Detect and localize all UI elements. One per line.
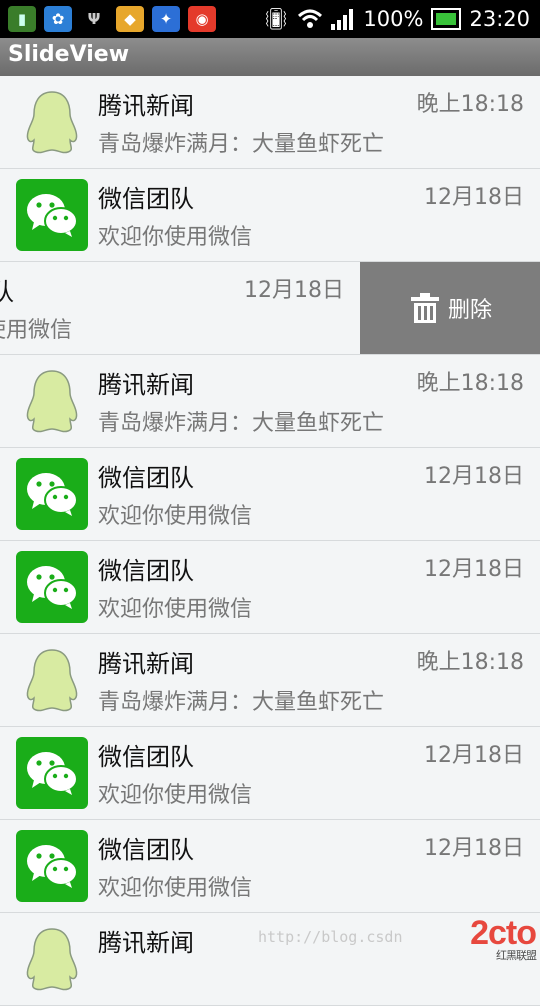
- battery-icon: [431, 8, 462, 30]
- item-message: 青岛爆炸满月：大量鱼虾死亡: [98, 690, 385, 715]
- list-item-content[interactable]: 微信团队欢迎你使用微信 12月18日: [0, 541, 540, 633]
- watermark-url: http://blog.csdn: [258, 928, 403, 946]
- clock: 23:20: [469, 7, 530, 31]
- list-item-content[interactable]: 腾讯新闻青岛爆炸满月：大量鱼虾死亡 晚上18:18: [0, 355, 540, 447]
- list-item-content[interactable]: 腾讯新闻: [0, 913, 540, 1005]
- item-message: 青岛爆炸满月：大量鱼虾死亡: [98, 411, 385, 436]
- vibrate-icon: 📳︎: [262, 6, 290, 31]
- list-item[interactable]: 微信团队欢迎你使用微信 12月18日: [0, 820, 540, 913]
- item-title: 腾讯新闻: [98, 929, 194, 957]
- battery-monitor-icon: ▮: [8, 6, 36, 32]
- list-item[interactable]: 腾讯新闻青岛爆炸满月：大量鱼虾死亡 晚上18:18: [0, 76, 540, 169]
- list-item-content[interactable]: 微信团队欢迎你使用微信 12月18日: [0, 262, 360, 354]
- qq-penguin-icon: [16, 923, 88, 995]
- item-title: 微信团队: [0, 272, 14, 307]
- butterfly-icon: ✿: [44, 6, 72, 32]
- delete-button[interactable]: 删除: [360, 262, 540, 354]
- item-message: 欢迎你使用微信: [98, 225, 253, 250]
- wechat-icon: [16, 737, 88, 809]
- qq-penguin-icon: [16, 86, 88, 158]
- qq-penguin-icon: [16, 644, 88, 716]
- usb-icon: Ψ: [80, 6, 108, 32]
- message-list[interactable]: 腾讯新闻 青岛爆炸满月：大量鱼虾死亡 晚上18:18 微信团队 欢迎你使用微信 12月18…: [0, 76, 540, 1006]
- item-message: 青岛爆炸满月：大量鱼虾死亡: [98, 132, 385, 157]
- list-item-content[interactable]: 腾讯新闻青岛爆炸满月：大量鱼虾死亡 晚上18:18: [0, 76, 540, 168]
- wifi-icon: [298, 9, 323, 28]
- item-message: 欢迎你使用微信: [98, 783, 253, 808]
- list-item[interactable]: 腾讯新闻青岛爆炸满月：大量鱼虾死亡 晚上18:18: [0, 634, 540, 727]
- list-item[interactable]: 微信团队欢迎你使用微信 12月18日: [0, 727, 540, 820]
- item-time: 晚上18:18: [416, 371, 524, 396]
- item-time: 12月18日: [244, 278, 344, 303]
- battery-percent: 100%: [363, 7, 424, 31]
- list-item[interactable]: 腾讯新闻青岛爆炸满月：大量鱼虾死亡 晚上18:18: [0, 355, 540, 448]
- item-message: 欢迎你使用微信: [98, 597, 253, 622]
- app-store-icon: ◆: [116, 6, 144, 32]
- item-time: 晚上18:18: [416, 92, 524, 117]
- item-time: 12月18日: [424, 464, 524, 489]
- list-item[interactable]: 微信团队欢迎你使用微信 12月18日: [0, 448, 540, 541]
- item-title: 腾讯新闻: [98, 371, 194, 399]
- list-item-content[interactable]: 微信团队欢迎你使用微信 12月18日: [0, 169, 540, 261]
- weibo-icon: ◉: [188, 6, 216, 32]
- list-item-content[interactable]: 微信团队欢迎你使用微信 12月18日: [0, 820, 540, 912]
- delete-label: 删除: [447, 298, 492, 323]
- item-title: 腾讯新闻: [98, 92, 194, 120]
- list-item-content[interactable]: 微信团队欢迎你使用微信 12月18日: [0, 727, 540, 819]
- title-bar: SlideView: [0, 38, 540, 78]
- item-time: 12月18日: [424, 836, 524, 861]
- item-title: 微信团队: [98, 743, 194, 771]
- system-indicators: 📳︎ 100% 23:20: [263, 0, 530, 38]
- qq-penguin-icon: [16, 365, 88, 437]
- signal-icon: [331, 9, 354, 30]
- item-message: 欢迎你使用微信: [98, 504, 253, 529]
- list-item-content[interactable]: 腾讯新闻青岛爆炸满月：大量鱼虾死亡 晚上18:18: [0, 634, 540, 726]
- baidu-icon: ✦: [152, 6, 180, 32]
- app-title: SlideView: [8, 42, 130, 67]
- item-message: 欢迎你使用微信: [0, 318, 73, 343]
- item-time: 12月18日: [424, 557, 524, 582]
- wechat-icon: [16, 179, 88, 251]
- wechat-icon: [16, 551, 88, 623]
- status-bar: ▮ ✿ Ψ ◆ ✦ ◉ 📳︎ 100% 23:20: [0, 0, 540, 38]
- item-time: 晚上18:18: [416, 650, 524, 675]
- wechat-icon: [16, 458, 88, 530]
- item-time: 12月18日: [424, 185, 524, 210]
- list-item[interactable]: 微信团队欢迎你使用微信 12月18日: [0, 541, 540, 634]
- notification-icons: ▮ ✿ Ψ ◆ ✦ ◉: [8, 4, 216, 34]
- list-item[interactable]: 微信团队欢迎你使用微信 12月18日: [0, 169, 540, 262]
- item-title: 微信团队: [98, 464, 194, 492]
- wechat-icon: [16, 830, 88, 902]
- item-title: 腾讯新闻: [98, 650, 194, 678]
- item-message: 欢迎你使用微信: [98, 876, 253, 901]
- item-title: 微信团队: [98, 557, 194, 585]
- trash-icon: [410, 293, 439, 323]
- list-item-content[interactable]: 微信团队欢迎你使用微信 12月18日: [0, 448, 540, 540]
- item-time: 12月18日: [424, 743, 524, 768]
- watermark-logo: 2cto 红黑联盟: [470, 914, 537, 962]
- list-item[interactable]: 微信团队欢迎你使用微信 12月18日删除: [0, 262, 540, 355]
- item-title: 微信团队: [98, 836, 194, 864]
- item-title: 微信团队: [98, 185, 194, 213]
